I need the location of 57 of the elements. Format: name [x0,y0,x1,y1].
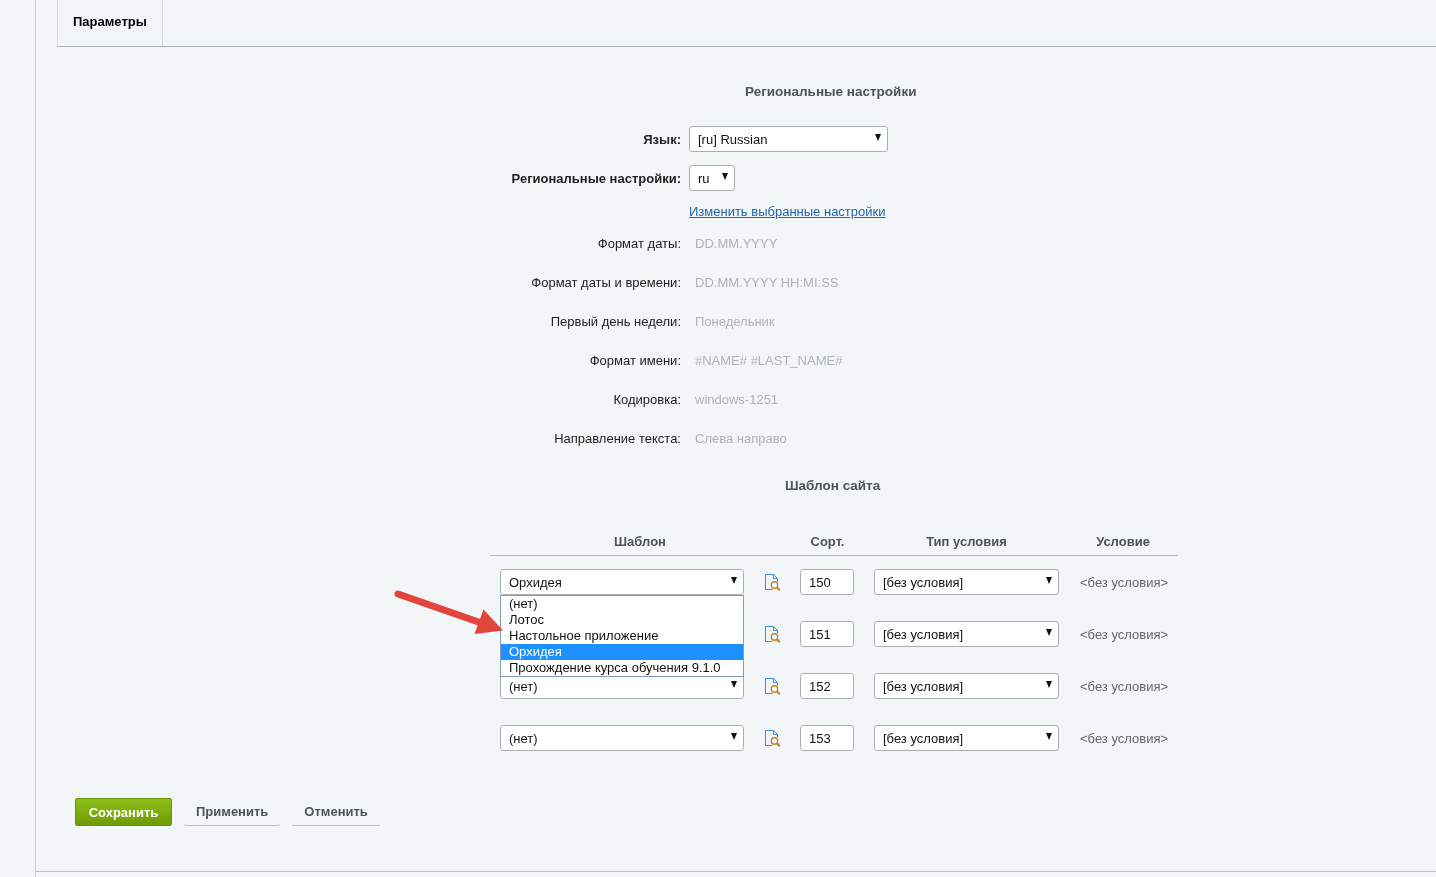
document-search-icon[interactable] [764,677,781,695]
condition-text: <без условия> [1080,626,1169,642]
select-field[interactable]: [без условия] [874,673,1059,699]
condition-text: <без условия> [1080,574,1169,590]
caret-icon [731,680,737,688]
sort-field[interactable]: 152 [800,673,854,699]
field-label: Первый день недели: [549,314,681,329]
sort-field[interactable]: 151 [800,621,854,647]
column-header: Тип условия [925,534,1008,549]
select-field[interactable]: [без условия] [874,621,1059,647]
field-value: DD.MM.YYYY HH:MI:SS [695,275,839,290]
select-field[interactable]: [ru] Russian [689,126,888,152]
section-title: Шаблон сайта [785,478,882,494]
select-field[interactable]: (нет) [500,725,744,751]
select-field[interactable]: [без условия] [874,725,1059,751]
field-label: Формат даты и времени: [530,275,681,290]
column-header: Шаблон [613,534,667,549]
select-field[interactable]: ru [689,165,735,191]
sort-field[interactable]: 153 [800,725,854,751]
caret-icon [1046,680,1052,688]
column-header: Сорт. [809,534,846,549]
dropdown-option[interactable]: Настольное приложение [501,628,743,644]
dropdown-option[interactable]: Лотос [501,612,743,628]
select-field[interactable]: Орхидея [500,569,744,595]
change-settings-link[interactable]: Изменить выбранные настройки [689,203,886,219]
caret-icon [1046,628,1052,636]
condition-text: <без условия> [1080,730,1169,746]
dropdown-option[interactable]: Прохождение курса обучения 9.1.0 [501,660,743,676]
column-header: Условие [1095,534,1151,549]
caret-icon [1046,732,1052,740]
action-button[interactable]: Отменить [292,798,380,826]
document-search-icon[interactable] [764,573,781,591]
select-field[interactable]: [без условия] [874,569,1059,595]
field-value: windows-1251 [695,392,779,407]
field-value: DD.MM.YYYY [695,236,778,251]
field-value: Понедельник [695,314,775,329]
condition-text: <без условия> [1080,678,1169,694]
dropdown-option[interactable]: (нет) [501,596,743,612]
field-value: Слева направо [695,431,787,446]
caret-icon [731,732,737,740]
caret-icon [731,576,737,584]
tab[interactable]: Параметры [57,0,163,46]
field-label: Формат имени: [588,353,681,368]
caret-icon [722,172,728,180]
section-title: Региональные настройки [745,84,918,100]
field-label: Региональные настройки: [510,170,681,186]
field-value: #NAME# #LAST_NAME# [695,353,843,368]
field-label: Язык: [642,131,681,147]
action-button[interactable]: Применить [184,798,281,826]
document-search-icon[interactable] [764,729,781,747]
field-label: Направление текста: [553,431,681,446]
caret-icon [1046,576,1052,584]
sort-field[interactable]: 150 [800,569,854,595]
field-label: Кодировка: [612,392,681,407]
document-search-icon[interactable] [764,625,781,643]
caret-icon [875,133,881,141]
field-label: Формат даты: [596,236,681,251]
